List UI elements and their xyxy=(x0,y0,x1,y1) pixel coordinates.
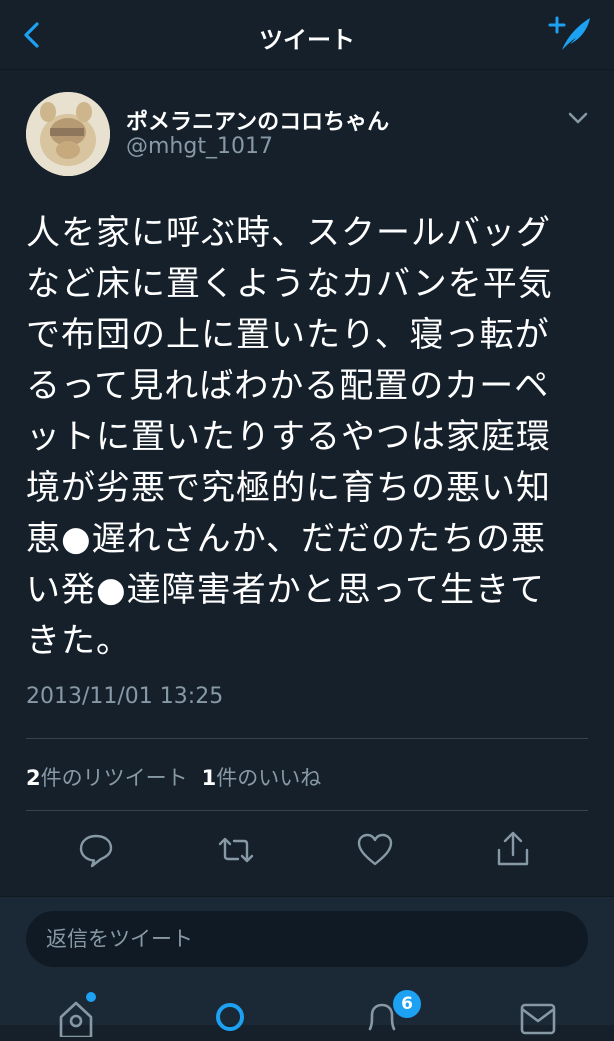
tweet-text: 人を家に呼ぶ時、スクールバッグ など床に置くようなカバンを平気 で布団の上に置い… xyxy=(26,213,553,661)
compose-tweet-button[interactable] xyxy=(548,14,592,54)
like-count: 1 xyxy=(201,766,217,790)
tweet-timestamp: 2013/11/01 13:25 xyxy=(26,684,224,709)
like-stat[interactable]: 1件のいいね xyxy=(202,766,322,790)
like-button[interactable] xyxy=(355,830,395,870)
retweet-icon xyxy=(218,837,254,863)
home-unread-dot xyxy=(86,992,96,1002)
pomeranian-avatar-image xyxy=(26,92,110,176)
retweet-label: 件のリツイート xyxy=(40,766,188,790)
share-button[interactable] xyxy=(493,830,533,870)
avatar[interactable] xyxy=(26,92,110,176)
tweet-options-button[interactable] xyxy=(566,108,590,128)
mail-icon xyxy=(520,1003,556,1035)
tab-home[interactable] xyxy=(56,997,96,1039)
divider xyxy=(26,810,588,811)
heart-icon xyxy=(357,833,393,866)
tab-messages[interactable] xyxy=(518,997,558,1037)
divider xyxy=(26,738,588,739)
retweet-stat[interactable]: 2件のリツイート xyxy=(26,766,188,790)
engagement-stats: 2件のリツイート 1件のいいね xyxy=(26,762,321,792)
chevron-down-icon xyxy=(568,112,588,124)
notifications-badge: 6 xyxy=(391,988,423,1020)
author-name[interactable]: ポメラニアンのコロちゃん xyxy=(126,104,389,136)
retweet-button[interactable] xyxy=(216,830,256,870)
compose-tweet-icon xyxy=(548,16,590,50)
top-nav-bar: ツイート xyxy=(0,0,614,70)
retweet-count: 2 xyxy=(26,766,41,790)
home-icon xyxy=(59,1001,93,1039)
page-title: ツイート xyxy=(259,26,355,54)
tweet-actions xyxy=(0,830,614,874)
tab-search[interactable] xyxy=(210,997,250,1037)
like-label: 件のいいね xyxy=(216,766,322,790)
share-icon xyxy=(497,831,529,866)
reply-bar xyxy=(0,896,614,1039)
reply-button[interactable] xyxy=(76,830,116,870)
reply-input[interactable] xyxy=(26,911,588,967)
search-icon xyxy=(216,1003,244,1031)
author-handle[interactable]: @mhgt_1017 xyxy=(126,134,273,159)
reply-icon xyxy=(79,834,113,868)
